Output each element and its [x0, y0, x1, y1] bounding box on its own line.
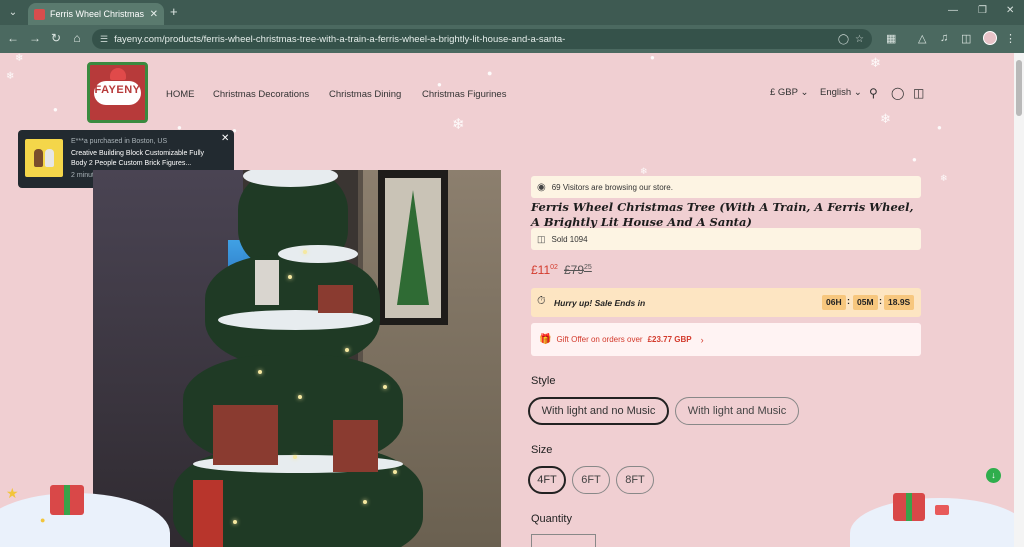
style-option-music[interactable]: With light and Music: [675, 397, 799, 425]
address-bar[interactable]: ☰ fayeny.com/products/ferris-wheel-chris…: [92, 29, 872, 49]
style-label: Style: [531, 375, 556, 387]
sidepanel-icon[interactable]: ◫: [961, 32, 971, 45]
window-close-icon[interactable]: ✕: [1006, 5, 1014, 16]
tab-search-icon[interactable]: ⌄: [4, 4, 22, 21]
logo-text: FAYENY: [94, 84, 141, 96]
notification-buyer: E***a purchased in Boston, US: [71, 138, 168, 145]
sold-banner: ◫ Sold 1094: [531, 228, 921, 250]
web-page: ❄ ❄ ● ● ❄ ● ● ❄ ❄ ● ● ❄ ● ● ❄ ● ❄ FAYENY…: [0, 53, 1014, 547]
notification-product: Creative Building Block Customizable Ful…: [71, 150, 205, 167]
sold-text: Sold 1094: [551, 234, 588, 244]
sale-label: Hurry up! Sale Ends in: [554, 298, 646, 308]
labs-icon[interactable]: △: [918, 32, 926, 45]
countdown-hours: 06H: [822, 295, 846, 310]
snow-decoration: [850, 498, 1014, 547]
bag-icon: ◫: [537, 233, 546, 244]
snowflake-icon: ❄: [940, 173, 948, 183]
gift-offer[interactable]: 🎁 Gift Offer on orders over £23.77 GBP ›: [531, 323, 921, 356]
currency-label: £ GBP: [770, 87, 798, 98]
chevron-down-icon: ⌄: [800, 87, 809, 98]
forward-icon[interactable]: →: [27, 31, 43, 45]
extensions-icon[interactable]: ▦: [886, 32, 896, 45]
current-price: £1102: [531, 263, 558, 277]
visitors-banner: ◉ 69 Visitors are browsing our store.: [531, 176, 921, 198]
chevron-right-icon: ›: [700, 334, 704, 345]
page-scrollbar[interactable]: [1014, 53, 1024, 547]
countdown-minutes: 05M: [853, 295, 878, 310]
media-icon[interactable]: ♫: [940, 32, 948, 44]
browser-toolbar: ← → ↻ ⌂ ☰ fayeny.com/products/ferris-whe…: [0, 25, 1024, 53]
download-icon[interactable]: ↓: [986, 468, 1001, 483]
store-logo[interactable]: FAYENY: [87, 62, 148, 123]
style-option-no-music[interactable]: With light and no Music: [528, 397, 669, 425]
menu-icon[interactable]: ⋮: [1005, 32, 1016, 45]
snowflake-icon: ●: [437, 80, 442, 89]
size-option-4ft[interactable]: 4FT: [528, 466, 566, 494]
tab-title: Ferris Wheel Christmas Tree: [50, 9, 145, 19]
url-path: ferris-wheel-christmas-tree-with-a-train…: [203, 33, 566, 45]
snowflake-icon: ●: [53, 105, 58, 114]
tab-favicon-icon: [34, 8, 45, 20]
browser-tab-bar: ⌄ Ferris Wheel Christmas Tree ✕ + — ❐ ✕: [0, 0, 1024, 25]
currency-selector[interactable]: £ GBP ⌄: [770, 87, 808, 98]
snowflake-icon: ●: [937, 123, 942, 132]
product-image[interactable]: [93, 170, 501, 547]
snowflake-icon: ❄: [870, 55, 881, 70]
home-icon[interactable]: ⌂: [69, 31, 85, 45]
account-icon[interactable]: ◯: [891, 86, 904, 100]
nav-christmas-figurines[interactable]: Christmas Figurines: [422, 89, 506, 100]
url-domain: fayeny.com/products/: [114, 33, 204, 45]
quantity-label: Quantity: [531, 513, 572, 525]
stopwatch-icon: ⏱: [537, 295, 546, 307]
quantity-stepper[interactable]: [531, 534, 596, 547]
snowflake-icon: ●: [912, 155, 917, 164]
cart-icon[interactable]: ◫: [913, 86, 924, 100]
nav-christmas-decorations[interactable]: Christmas Decorations: [213, 89, 309, 100]
snowflake-icon: ❄: [880, 111, 891, 126]
visitors-text: 69 Visitors are browsing our store.: [551, 182, 673, 192]
nav-christmas-dining[interactable]: Christmas Dining: [329, 89, 401, 100]
restore-icon[interactable]: ❐: [978, 5, 987, 16]
original-price: £7925: [564, 263, 592, 277]
new-tab-icon[interactable]: +: [170, 4, 178, 19]
size-option-8ft[interactable]: 8FT: [616, 466, 654, 494]
eye-icon: ◉: [537, 181, 546, 193]
nav-home[interactable]: HOME: [166, 89, 195, 100]
notification-thumbnail: [25, 139, 63, 177]
product-title: Ferris Wheel Christmas Tree (With A Trai…: [531, 200, 914, 229]
snowflake-icon: ●: [487, 68, 493, 78]
browser-tab[interactable]: Ferris Wheel Christmas Tree ✕: [28, 3, 164, 25]
site-info-icon[interactable]: ☰: [100, 34, 108, 45]
snowflake-icon: ●: [650, 53, 655, 62]
back-icon[interactable]: ←: [5, 31, 21, 45]
minimize-icon[interactable]: —: [948, 5, 958, 16]
bookmark-star-icon[interactable]: ☆: [855, 34, 864, 45]
snowflake-icon: ❄: [15, 53, 24, 64]
gift-text: Gift Offer on orders over: [556, 335, 643, 344]
language-label: English: [820, 87, 852, 98]
scrollbar-thumb[interactable]: [1016, 60, 1022, 116]
gift-amount: £23.77 GBP: [647, 335, 692, 344]
gift-icon: 🎁: [539, 334, 552, 345]
close-icon[interactable]: ✕: [221, 133, 229, 144]
snowflake-icon: ❄: [452, 116, 465, 133]
countdown-seconds: 18.9S: [884, 295, 915, 310]
chevron-down-icon: ⌄: [853, 87, 862, 98]
star-icon: ●: [40, 515, 46, 525]
eye-off-icon[interactable]: ◯: [838, 34, 849, 45]
language-selector[interactable]: English ⌄: [820, 87, 862, 98]
star-icon: ★: [6, 485, 19, 501]
tab-close-icon[interactable]: ✕: [150, 9, 158, 20]
size-label: Size: [531, 444, 553, 456]
profile-avatar[interactable]: [983, 31, 997, 45]
size-option-6ft[interactable]: 6FT: [572, 466, 610, 494]
search-icon[interactable]: ⚲: [869, 86, 878, 100]
sale-countdown: ⏱ Hurry up! Sale Ends in 06H : 05M : 18.…: [531, 288, 921, 317]
snowflake-icon: ❄: [6, 71, 15, 82]
reload-icon[interactable]: ↻: [48, 31, 64, 45]
